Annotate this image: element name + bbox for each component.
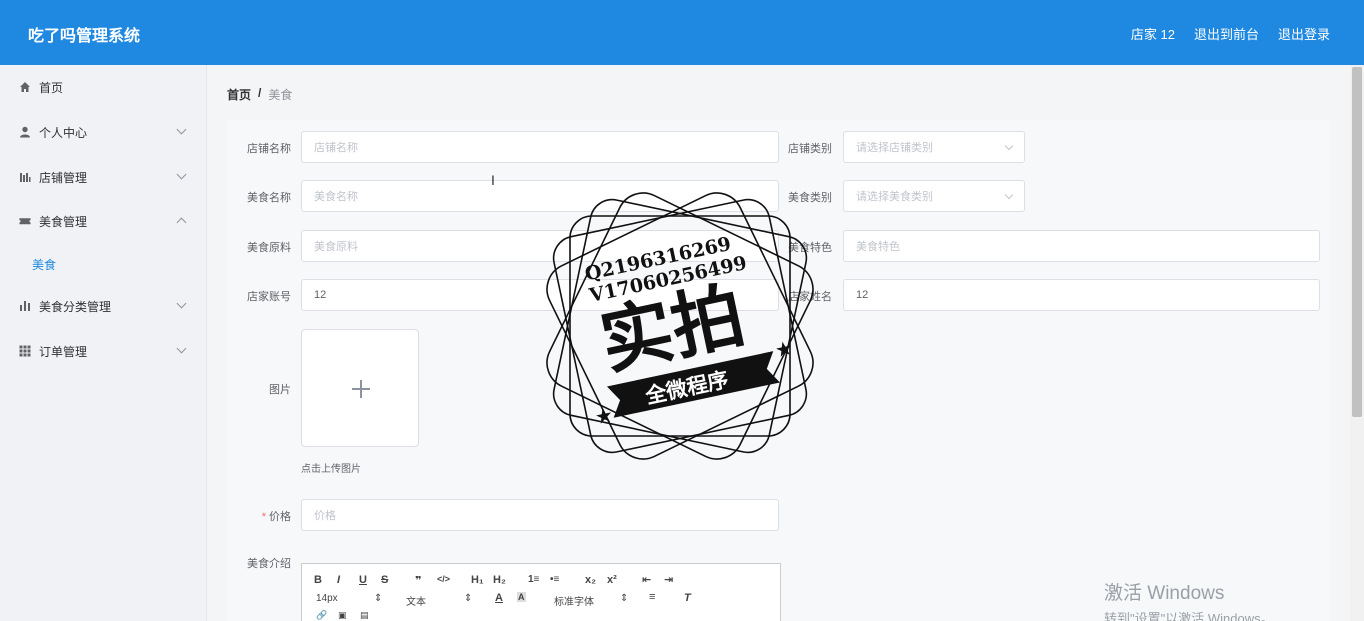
- logout-link[interactable]: 退出登录: [1278, 24, 1330, 43]
- sidebar-item-label: 首页: [39, 80, 64, 95]
- sidebar-item-label: 订单管理: [39, 344, 88, 359]
- text-style-select[interactable]: 文本: [406, 593, 426, 608]
- sidebar-item-label: 美食分类管理: [39, 299, 112, 314]
- food-type-select[interactable]: 请选择美食类别: [843, 180, 1025, 212]
- chevron-updown-icon: ⇕: [620, 593, 629, 604]
- chevron-down-icon: [176, 169, 187, 180]
- home-icon: [19, 81, 31, 93]
- blockquote-button[interactable]: ❞: [415, 574, 421, 587]
- intro-label: 美食介绍: [247, 558, 291, 570]
- chevron-up-icon: [176, 217, 187, 228]
- sidebar-item-home[interactable]: 首页: [0, 67, 207, 107]
- chevron-updown-icon: ⇕: [464, 593, 473, 604]
- scrollbar-thumb[interactable]: [1352, 67, 1362, 417]
- ordered-list-button[interactable]: 1≡: [528, 574, 539, 585]
- outdent-button[interactable]: ⇤: [642, 573, 651, 586]
- user-icon: [19, 126, 31, 138]
- align-icon[interactable]: ≡: [649, 591, 655, 603]
- windows-activation-watermark: 激活 Windows 转到"设置"以激活 Windows。: [1104, 578, 1274, 621]
- top-header: 吃了吗管理系统 店家 12 退出到前台 退出登录: [0, 0, 1364, 65]
- bold-button[interactable]: B: [314, 574, 322, 586]
- image-label: 图片: [269, 384, 291, 396]
- breadcrumb: 首页 / 美食: [227, 86, 292, 103]
- chart-icon: [19, 171, 31, 183]
- sidebar-subitem-food[interactable]: 美食: [0, 244, 207, 284]
- sidebar-item-food-category[interactable]: 美食分类管理: [0, 286, 207, 326]
- current-user-label: 店家 12: [1130, 27, 1175, 42]
- rich-text-editor: B I U S ❞ </> H₁ H₂ 1≡ •≡ x₂ x² ⇤ ⇥ 14px…: [301, 563, 781, 621]
- sidebar-item-orders[interactable]: 订单管理: [0, 331, 207, 371]
- shop-name-label: 店铺名称: [247, 143, 291, 155]
- chevron-down-icon: [176, 124, 187, 135]
- activation-line1: 激活 Windows: [1104, 583, 1225, 604]
- chevron-down-icon: [1004, 190, 1014, 200]
- shop-type-label: 店铺类别: [788, 143, 832, 155]
- sidebar-item-shop[interactable]: 店铺管理: [0, 157, 207, 197]
- star-icon: ★: [593, 404, 615, 429]
- subscript-button[interactable]: x₂: [585, 574, 596, 586]
- italic-button[interactable]: I: [337, 574, 340, 586]
- sidebar-item-label: 个人中心: [39, 125, 88, 140]
- font-color-icon[interactable]: A: [495, 592, 503, 604]
- plus-icon-vertical: [360, 380, 362, 398]
- owner-name-input[interactable]: 12: [843, 279, 1320, 311]
- shop-type-select[interactable]: 请选择店铺类别: [843, 131, 1025, 163]
- sidebar-item-label: 美食: [32, 257, 57, 272]
- upload-tip: 点击上传图片: [301, 464, 361, 475]
- shop-type-placeholder: 请选择店铺类别: [856, 142, 933, 154]
- ingredients-label: 美食原料: [247, 242, 291, 254]
- sidebar-item-food[interactable]: 美食管理: [0, 201, 207, 241]
- image-icon[interactable]: ▣: [338, 610, 347, 621]
- h1-button[interactable]: H₁: [471, 574, 484, 586]
- bar-chart-icon: [19, 300, 31, 312]
- stamp-watermark: Q2196316269 V17060256499 实拍 全微程序 ★ ★: [546, 192, 814, 460]
- chevron-down-icon: [176, 343, 187, 354]
- h2-button[interactable]: H₂: [493, 574, 506, 586]
- font-family-select[interactable]: 标准字体: [554, 593, 594, 608]
- app-title: 吃了吗管理系统: [28, 28, 141, 45]
- sidebar-item-label: 店铺管理: [39, 170, 88, 185]
- font-size-select[interactable]: 14px: [316, 593, 338, 604]
- sidebar-item-label: 美食管理: [39, 214, 88, 229]
- sidebar-item-profile[interactable]: 个人中心: [0, 112, 207, 152]
- image-upload-box[interactable]: [301, 329, 419, 447]
- shop-name-input[interactable]: 店铺名称: [301, 131, 779, 163]
- grid-icon: [19, 345, 31, 357]
- header-actions: 店家 12 退出到前台 退出登录: [1131, 24, 1330, 43]
- food-type-placeholder: 请选择美食类别: [856, 191, 933, 203]
- sidebar: 首页 个人中心 店铺管理 美食管理 美食 美食分类管理 订单管理: [0, 65, 207, 621]
- star-icon: ★: [773, 337, 795, 362]
- text-cursor-icon: I: [491, 172, 495, 188]
- required-mark: *: [261, 511, 266, 523]
- bullet-list-button[interactable]: •≡: [550, 574, 559, 585]
- price-label-text: 价格: [269, 511, 291, 523]
- indent-button[interactable]: ⇥: [664, 573, 673, 586]
- chevron-updown-icon: ⇕: [374, 593, 383, 604]
- chevron-down-icon: [176, 298, 187, 309]
- ticket-icon: [19, 215, 31, 227]
- video-icon[interactable]: ▤: [360, 610, 369, 621]
- activation-line2: 转到"设置"以激活 Windows。: [1104, 611, 1274, 621]
- breadcrumb-separator: /: [258, 86, 262, 100]
- price-label: * 价格: [219, 508, 291, 524]
- breadcrumb-home[interactable]: 首页: [227, 86, 251, 103]
- breadcrumb-current: 美食: [268, 88, 293, 102]
- food-name-label: 美食名称: [247, 192, 291, 204]
- underline-button[interactable]: U: [359, 574, 367, 586]
- link-icon[interactable]: 🔗: [316, 610, 327, 621]
- background-color-icon[interactable]: A: [517, 592, 526, 602]
- clear-format-icon[interactable]: T: [684, 592, 691, 604]
- price-input[interactable]: 价格: [301, 499, 779, 531]
- feature-input[interactable]: 美食特色: [843, 230, 1320, 262]
- superscript-button[interactable]: x²: [607, 574, 617, 586]
- page-scrollbar[interactable]: [1350, 65, 1364, 621]
- account-label: 店家账号: [247, 291, 291, 303]
- code-block-button[interactable]: </>: [437, 574, 450, 584]
- strike-button[interactable]: S: [381, 574, 388, 586]
- exit-to-front-link[interactable]: 退出到前台: [1194, 24, 1259, 43]
- chevron-down-icon: [1004, 141, 1014, 151]
